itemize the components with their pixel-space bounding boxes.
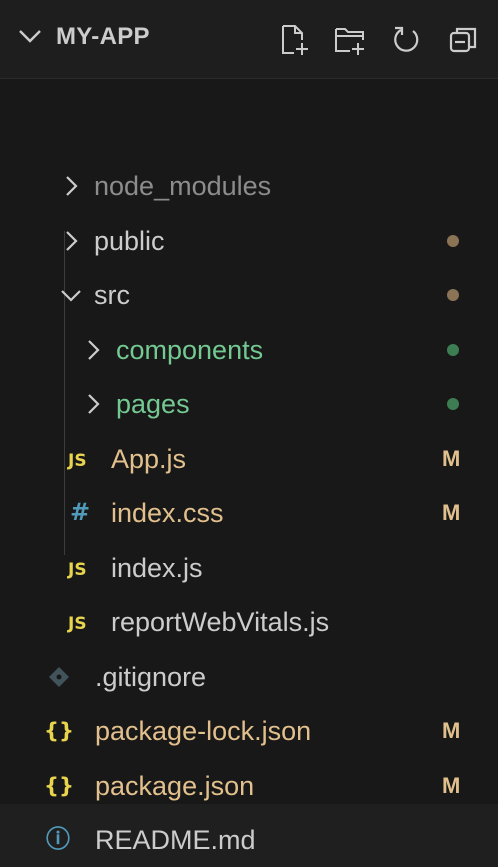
tree-item-index-js[interactable]: JS index.js <box>0 541 498 595</box>
tree-item-label: reportWebVitals.js <box>111 607 330 637</box>
tree-item-label: node_modules <box>94 171 272 201</box>
git-modified-badge: M <box>442 718 461 743</box>
tree-item-label: package-lock.json <box>95 716 312 746</box>
collapse-all-icon <box>449 27 477 53</box>
javascript-file-icon: JS <box>68 450 87 471</box>
new-file-icon <box>282 25 308 55</box>
chevron-down-icon[interactable] <box>14 20 46 52</box>
new-folder-icon <box>335 28 364 55</box>
git-status-dot <box>447 289 459 301</box>
tree-item-public[interactable]: public <box>0 214 498 268</box>
project-title: MY-APP <box>56 23 150 50</box>
tree-item-pages[interactable]: pages <box>0 377 498 431</box>
json-file-icon: {} <box>44 719 74 743</box>
refresh-icon <box>394 26 419 52</box>
git-modified-badge: M <box>442 445 461 471</box>
git-status-dot <box>447 234 459 247</box>
new-folder-button[interactable] <box>330 20 370 60</box>
css-file-icon: # <box>70 498 91 526</box>
tree-item-package-json[interactable]: {} package.json M <box>0 759 498 813</box>
tree-item-label: index.js <box>111 552 203 583</box>
chevron-down-icon[interactable] <box>58 282 84 308</box>
explorer-panel: MY-APP node_modules public src component… <box>0 0 498 855</box>
tree-item-label: components <box>116 334 264 365</box>
tree-item-label: package.json <box>95 770 255 801</box>
tree-item-reportwebvitals-js[interactable]: JS reportWebVitals.js <box>0 595 498 649</box>
collapse-all-button[interactable] <box>444 20 484 60</box>
tree-item-index-css[interactable]: # index.css M <box>0 486 498 540</box>
info-icon: ⓘ <box>46 825 70 853</box>
javascript-file-icon: JS <box>68 559 87 580</box>
tree-item-label: public <box>94 225 165 256</box>
chevron-right-icon[interactable] <box>80 391 106 417</box>
chevron-right-icon[interactable] <box>58 173 84 199</box>
tree-item-label: src <box>94 280 130 310</box>
git-modified-badge: M <box>442 772 461 798</box>
chevron-right-icon[interactable] <box>80 337 106 363</box>
refresh-button[interactable] <box>386 20 426 60</box>
git-modified-badge: M <box>442 500 461 525</box>
tree-item-label: index.css <box>111 498 224 528</box>
explorer-header[interactable]: MY-APP <box>0 0 498 79</box>
tree-item-gitignore[interactable]: .gitignore <box>0 650 498 704</box>
tree-item-readme-md[interactable]: ⓘ README.md <box>0 813 498 867</box>
tree-item-components[interactable]: components <box>0 323 498 377</box>
new-file-button[interactable] <box>274 20 314 60</box>
git-status-dot <box>447 343 459 356</box>
chevron-right-icon[interactable] <box>58 228 84 254</box>
tree-item-app-js[interactable]: JS App.js M <box>0 432 498 486</box>
tree-item-label: .gitignore <box>95 661 207 692</box>
tree-item-label: README.md <box>95 825 256 855</box>
git-icon <box>49 666 69 687</box>
tree-item-label: pages <box>116 389 190 419</box>
tree-item-package-lock-json[interactable]: {} package-lock.json M <box>0 704 498 758</box>
tree-item-src[interactable]: src <box>0 268 498 322</box>
tree-item-node-modules[interactable]: node_modules <box>0 159 498 213</box>
json-file-icon: {} <box>44 773 74 798</box>
git-status-dot <box>447 398 459 410</box>
tree-item-label: App.js <box>111 443 187 474</box>
javascript-file-icon: JS <box>68 614 87 634</box>
